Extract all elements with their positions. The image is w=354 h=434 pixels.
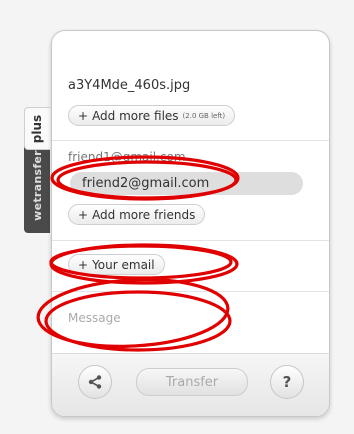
your-email-button[interactable]: + Your email	[68, 254, 165, 275]
add-files-label: Add more files	[92, 108, 179, 123]
file-name: a3Y4Mde_460s.jpg	[68, 78, 191, 93]
space-left: (2.0 GB left)	[182, 111, 226, 120]
help-button[interactable]: ?	[270, 365, 304, 399]
transfer-panel: a3Y4Mde_460s.jpg + Add more files (2.0 G…	[51, 30, 330, 417]
add-friends-label: Add more friends	[92, 207, 196, 222]
recipient-email-chip[interactable]: friend2@gmail.com	[70, 172, 303, 195]
panel-footer: Transfer ?	[52, 353, 329, 416]
plus-icon: +	[78, 108, 89, 123]
transfer-button[interactable]: Transfer	[136, 368, 248, 396]
divider	[52, 140, 329, 141]
plus-icon: +	[78, 257, 89, 272]
add-files-button[interactable]: + Add more files (2.0 GB left)	[68, 105, 236, 126]
plus-icon: +	[78, 207, 89, 222]
share-icon	[88, 375, 102, 389]
tab-wetransfer-label: wetransfer	[30, 149, 44, 221]
add-friends-button[interactable]: + Add more friends	[68, 204, 206, 225]
tab-wetransfer[interactable]: wetransfer	[24, 137, 50, 233]
divider	[52, 240, 329, 241]
tab-plus[interactable]: plus	[24, 107, 50, 150]
your-email-label: Your email	[92, 257, 155, 272]
tab-plus-label: plus	[30, 114, 45, 143]
divider	[52, 291, 329, 292]
recipient-email[interactable]: friend1@gmail.com	[68, 150, 186, 164]
message-field[interactable]: Message	[68, 311, 121, 325]
help-icon: ?	[282, 373, 292, 391]
share-button[interactable]	[78, 365, 112, 399]
